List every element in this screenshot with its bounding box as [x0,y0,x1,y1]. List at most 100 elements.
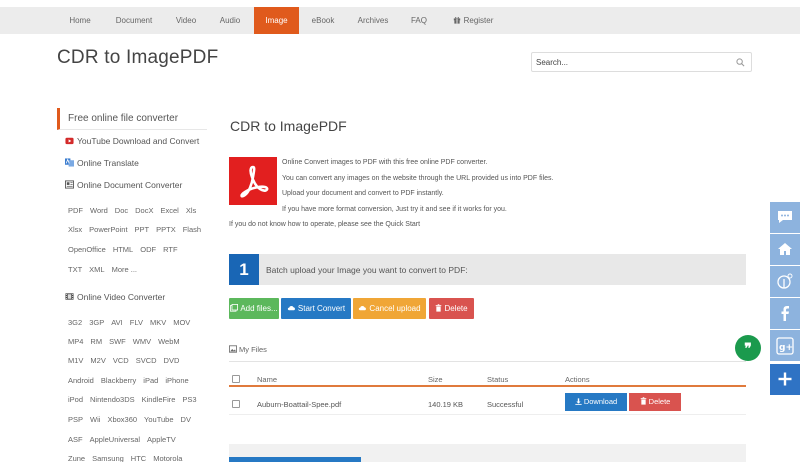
nav-home[interactable]: Home [57,7,103,34]
format-link[interactable]: Motorola [153,454,182,462]
sidebar-item-document-converter[interactable]: Online Document Converter [65,180,182,190]
format-link[interactable]: M2V [90,356,105,365]
column-header-status: Status [487,375,509,384]
format-link[interactable]: M1V [68,356,83,365]
comment-icon [778,211,792,223]
format-link[interactable]: iPad [143,376,158,385]
search-icon[interactable] [736,58,745,67]
format-link[interactable]: AppleUniversal [90,435,140,444]
format-link[interactable]: AppleTV [147,435,176,444]
social-comment-button[interactable] [770,202,800,233]
format-link[interactable]: Samsung [92,454,124,462]
format-link[interactable]: HTC [131,454,146,462]
format-link[interactable]: WMV [133,337,151,346]
format-link[interactable]: DocX [135,206,153,215]
document-icon [65,180,74,189]
nav-image[interactable]: Image [254,7,299,34]
format-link[interactable]: Wii [90,415,100,424]
format-link[interactable]: Zune [68,454,85,462]
format-link[interactable]: RTF [163,245,177,254]
format-link[interactable]: 3G2 [68,318,82,327]
format-link[interactable]: Xlsx [68,225,82,234]
format-link[interactable]: PSP [68,415,83,424]
format-link[interactable]: TXT [68,265,82,274]
my-files-label: My Files [239,345,267,354]
format-link[interactable]: YouTube [144,415,173,424]
search-input[interactable] [536,56,731,69]
format-link[interactable]: PowerPoint [89,225,127,234]
nav-document[interactable]: Document [105,7,163,34]
document-formats-row: OpenOffice HTML ODF RTF [68,245,185,254]
format-link[interactable]: iPhone [165,376,188,385]
format-link[interactable]: AVI [111,318,123,327]
file-status: Successful [487,400,524,409]
format-link[interactable]: ASF [68,435,83,444]
format-link[interactable]: Doc [115,206,128,215]
format-link[interactable]: Android [68,376,94,385]
trash-icon [436,304,442,312]
format-link[interactable]: Blackberry [101,376,136,385]
format-link[interactable]: MKV [150,318,166,327]
format-link[interactable]: HTML [113,245,133,254]
sidebar-item-video-converter[interactable]: Online Video Converter [65,292,165,302]
sidebar-active-item[interactable]: Free online file converter [57,108,207,130]
format-link[interactable]: Flash [183,225,201,234]
format-link[interactable]: DV [181,415,191,424]
format-link[interactable]: WebM [158,337,180,346]
format-link[interactable]: MP4 [68,337,83,346]
delete-file-button[interactable]: Delete [629,393,681,411]
format-link[interactable]: PPTX [156,225,176,234]
social-more-button[interactable] [770,364,800,395]
format-link[interactable]: PDF [68,206,83,215]
format-link[interactable]: MOV [173,318,190,327]
trash-icon [640,397,646,405]
sidebar-item-translate[interactable]: Online Translate [65,158,139,168]
format-link[interactable]: VCD [113,356,129,365]
format-link[interactable]: SWF [109,337,126,346]
social-pinterest-button[interactable] [770,266,800,297]
add-files-button[interactable]: Add files... [229,298,279,319]
format-link[interactable]: KindleFire [142,395,176,404]
format-link[interactable]: Nintendo3DS [90,395,135,404]
format-link[interactable]: FLV [130,318,143,327]
nav-register[interactable]: Register [443,7,503,34]
format-link[interactable]: iPod [68,395,83,404]
social-google-plus-button[interactable]: g+ [770,330,800,361]
start-convert-label: Start Convert [297,304,346,313]
format-link[interactable]: More ... [112,265,137,274]
format-link[interactable]: Word [90,206,108,215]
format-link[interactable]: SVCD [136,356,157,365]
format-link[interactable]: 3GP [89,318,104,327]
format-link[interactable]: Excel [160,206,178,215]
youtube-icon [65,137,74,145]
cancel-upload-button[interactable]: Cancel upload [353,298,426,319]
format-link[interactable]: Xls [186,206,196,215]
format-link[interactable]: ODF [140,245,156,254]
nav-audio[interactable]: Audio [209,7,251,34]
video-formats-row: 3G2 3GP AVI FLV MKV MOV [68,318,197,327]
quote-icon[interactable]: ❞ [735,335,761,361]
step-text: Batch upload your Image you want to conv… [266,265,468,275]
format-link[interactable]: RM [90,337,102,346]
start-convert-button[interactable]: Start Convert [281,298,351,319]
format-link[interactable]: OpenOffice [68,245,106,254]
document-formats-row: Xlsx PowerPoint PPT PPTX Flash [68,225,208,234]
select-all-checkbox[interactable] [232,375,240,383]
nav-ebook[interactable]: eBook [301,7,345,34]
row-checkbox[interactable] [232,400,240,408]
social-facebook-button[interactable] [770,298,800,329]
sidebar-item-youtube[interactable]: YouTube Download and Convert [65,136,199,146]
column-header-size: Size [428,375,443,384]
nav-archives[interactable]: Archives [347,7,399,34]
nav-faq[interactable]: FAQ [401,7,437,34]
pinterest-icon [777,273,793,289]
delete-all-button[interactable]: Delete [429,298,474,319]
download-button[interactable]: Download [565,393,627,411]
nav-video[interactable]: Video [165,7,207,34]
format-link[interactable]: DVD [164,356,180,365]
format-link[interactable]: PS3 [182,395,196,404]
social-home-button[interactable] [770,234,800,265]
format-link[interactable]: XML [89,265,104,274]
format-link[interactable]: Xbox360 [107,415,137,424]
format-link[interactable]: PPT [135,225,150,234]
